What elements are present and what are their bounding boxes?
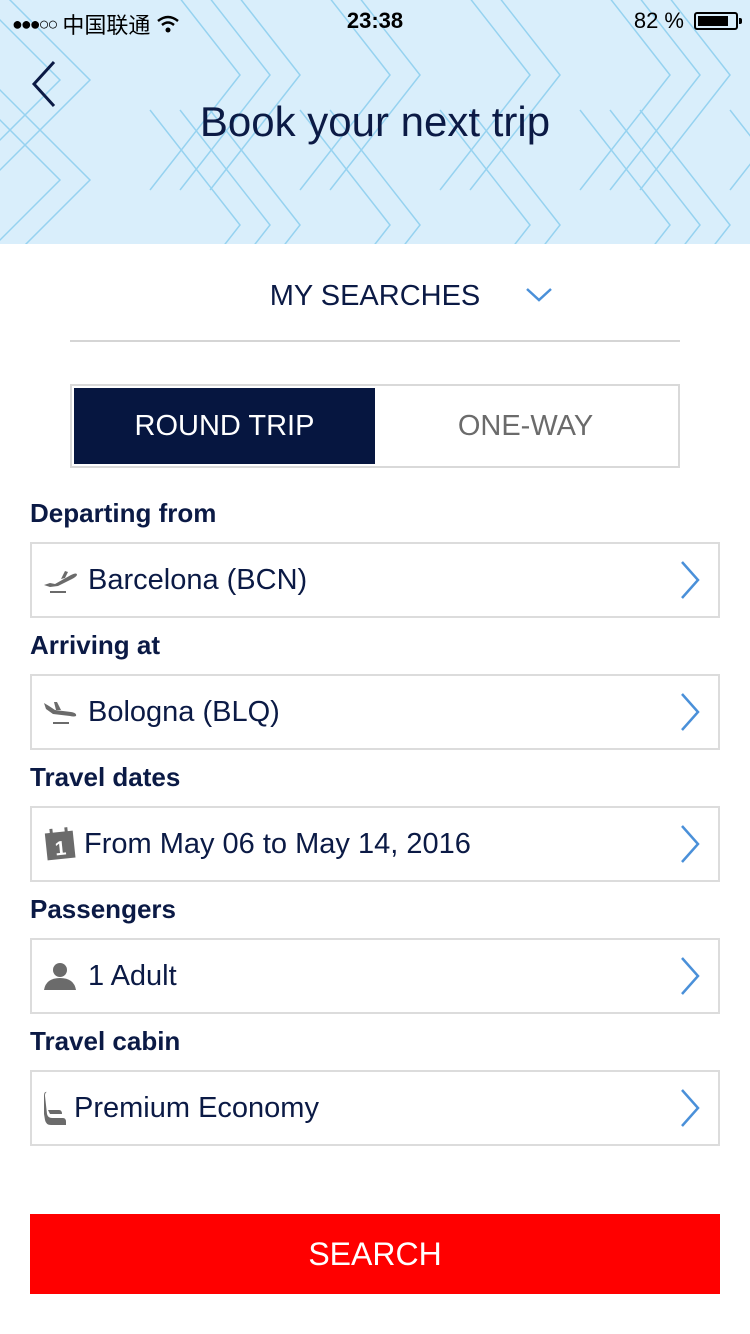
chevron-right-icon <box>681 957 700 995</box>
my-searches-label: MY SEARCHES <box>269 280 481 312</box>
departing-from-value: Barcelona (BCN) <box>88 563 308 596</box>
status-bar: ●●●○○ 中国联通 23:38 82 % <box>0 0 750 40</box>
search-button[interactable]: SEARCH <box>30 1214 720 1294</box>
my-searches-dropdown[interactable]: MY SEARCHES <box>70 262 680 342</box>
page-title: Book your next trip <box>199 98 551 145</box>
calendar-icon: 1 <box>40 824 80 864</box>
landing-icon <box>40 692 80 732</box>
round-trip-tab[interactable]: ROUND TRIP <box>74 388 375 464</box>
arriving-at-field[interactable]: Bologna (BLQ) <box>30 674 720 750</box>
chevron-right-icon <box>681 561 700 599</box>
takeoff-icon <box>40 560 80 600</box>
person-icon <box>40 956 80 996</box>
travel-dates-label: Travel dates <box>30 762 181 792</box>
one-way-tab[interactable]: ONE-WAY <box>375 388 676 464</box>
chevron-right-icon <box>681 825 700 863</box>
passengers-label: Passengers <box>30 894 176 924</box>
battery-tip <box>739 18 742 24</box>
travel-dates-field[interactable]: 1 From May 06 to May 14, 2016 <box>30 806 720 882</box>
travel-dates-value: From May 06 to May 14, 2016 <box>84 827 471 860</box>
trip-type-toggle: ROUND TRIP ONE-WAY <box>70 384 680 468</box>
status-right: 82 % <box>633 8 742 34</box>
battery-fill <box>698 16 728 26</box>
travel-cabin-value: Premium Economy <box>74 1091 319 1124</box>
chevron-right-icon <box>681 1089 700 1127</box>
chevron-down-icon <box>526 288 552 302</box>
travel-cabin-label: Travel cabin <box>30 1026 181 1056</box>
calendar-icon-day: 1 <box>54 837 67 860</box>
arriving-at-label: Arriving at <box>30 630 161 660</box>
battery-percentage: 82 % <box>633 8 684 33</box>
passengers-value: 1 Adult <box>88 959 177 992</box>
battery-icon <box>694 12 742 30</box>
passengers-field[interactable]: 1 Adult <box>30 938 720 1014</box>
arriving-at-value: Bologna (BLQ) <box>88 695 280 728</box>
departing-from-label: Departing from <box>30 498 217 528</box>
departing-from-field[interactable]: Barcelona (BCN) <box>30 542 720 618</box>
seat-icon <box>40 1088 70 1128</box>
travel-cabin-field[interactable]: Premium Economy <box>30 1070 720 1146</box>
header-banner: ●●●○○ 中国联通 23:38 82 % Book your next tri… <box>0 0 750 244</box>
chevron-right-icon <box>681 693 700 731</box>
